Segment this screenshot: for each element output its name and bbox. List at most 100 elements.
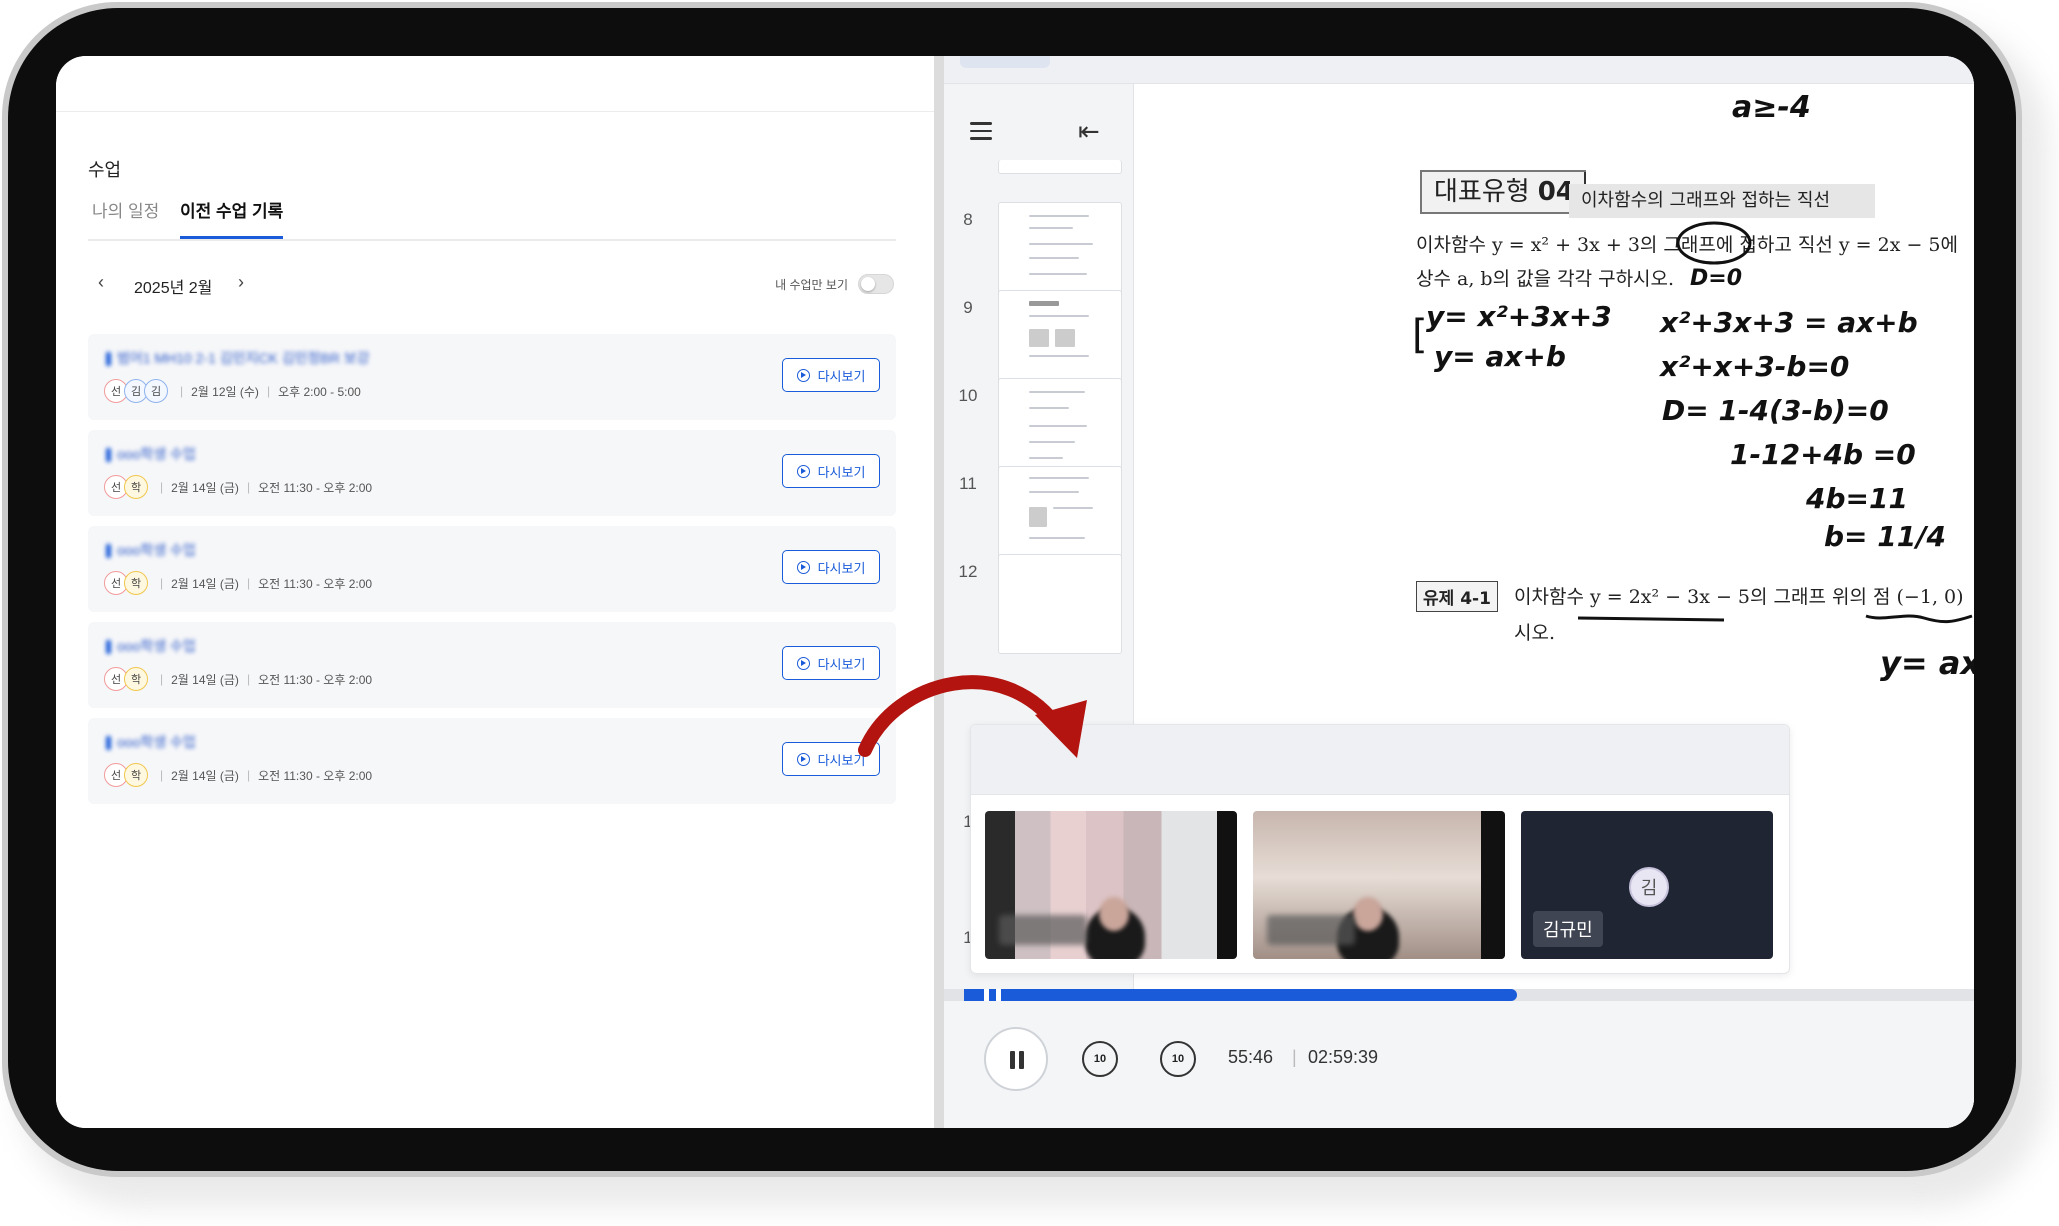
red-arrow-annotation [858,675,1087,758]
handwriting-note: y= x²+3x+3 [1426,300,1612,333]
page-thumbnail[interactable] [998,160,1122,174]
class-date: 2월 14일 (금) [171,480,239,495]
handwriting-note: D=0 [1690,266,1743,291]
replay-button[interactable]: 다시보기 [782,454,880,488]
next-month-icon[interactable]: › [238,272,244,293]
page-number: 9 [963,298,973,317]
play-circle-icon [796,656,810,670]
page-thumbnail[interactable] [998,202,1122,302]
avatar: 학 [124,667,148,691]
current-time: 55:46 [1228,1047,1274,1067]
prev-month-icon[interactable]: ‹ [98,272,104,293]
total-time: 02:59:39 [1308,1047,1379,1067]
class-time: 오전 11:30 - 오후 2:00 [258,672,373,687]
class-title[interactable]: 범어1 MH10 2-1 김민지CK 김민정BR 보강 [106,348,370,368]
month-label: 2025년 2월 [134,280,213,297]
class-title[interactable]: ooo학생 수업 [106,732,196,752]
play-circle-icon [796,368,810,382]
progress-marker [984,989,989,1001]
top-bar [56,56,934,112]
class-date: 2월 12일 (수) [191,384,259,399]
collapse-sidebar-icon[interactable]: ⇤ [1078,118,1100,144]
tab-my-schedule[interactable]: 나의 일정 [92,197,159,236]
page-thumbnail[interactable] [998,290,1122,390]
panel-divider[interactable] [934,56,944,1128]
handwriting-note: a≥-4 [1732,90,1811,125]
problem-type-tag: 대표유형 04 [1420,170,1586,214]
progress-fill [964,989,1517,1001]
playback-progress-bar[interactable] [944,989,1974,1001]
avatar: 학 [124,571,148,595]
rewind-10-button[interactable]: 10 [1082,1041,1118,1077]
participant-name-blurred [999,915,1087,945]
page-number: 8 [963,210,973,229]
progress-marker [996,989,1001,1001]
handwriting-note: y= ax [1880,644,1974,682]
handwriting-note: b= 11/4 [1824,520,1946,553]
handwriting-note: y= ax+b [1434,340,1566,373]
class-date: 2월 14일 (금) [171,672,239,687]
page-number: 11 [959,474,977,493]
participant-video-tile[interactable] [985,811,1237,959]
avatar: 김 [144,379,168,403]
page-thumbnail[interactable] [998,554,1122,654]
page-thumbnail[interactable] [998,466,1122,566]
my-classes-only-toggle[interactable] [858,274,894,294]
class-meta: 선 학 | 2월 14일 (금) | 오전 11:30 - 오후 2:00 [104,666,372,692]
underline-annotation [1577,614,1973,624]
avatar: 학 [124,475,148,499]
class-item: 범어1 MH10 2-1 김민지CK 김민정BR 보강 선 김 김 | 2월 1… [88,334,896,420]
participant-video-tile[interactable] [1253,811,1505,959]
handwriting-note: x²+3x+3 = ax+b [1660,306,1918,339]
problem-text: 상수 a, b의 값을 각각 구하시오. [1416,268,1675,290]
participant-video-tile[interactable]: 김 김규민 [1521,811,1773,959]
class-item: ooo학생 수업 선 학 | 2월 14일 (금) | 오전 11:30 - 오… [88,622,896,708]
handwriting-note: D= 1-4(3-b)=0 [1662,394,1889,427]
class-title[interactable]: ooo학생 수업 [106,540,196,560]
class-title[interactable]: ooo학생 수업 [106,444,196,464]
handwriting-note: 1-12+4b =0 [1730,438,1916,471]
pause-button[interactable] [984,1027,1048,1091]
play-circle-icon [796,560,810,574]
class-item: ooo학생 수업 선 학 | 2월 14일 (금) | 오전 11:30 - 오… [88,718,896,804]
page-number: 12 [958,562,978,581]
class-item: ooo학생 수업 선 학 | 2월 14일 (금) | 오전 11:30 - 오… [88,430,896,516]
play-circle-icon [796,752,810,766]
page-thumbnail[interactable] [998,378,1122,478]
class-item: ooo학생 수업 선 학 | 2월 14일 (금) | 오전 11:30 - 오… [88,526,896,612]
menu-icon[interactable] [970,122,992,140]
class-list: 범어1 MH10 2-1 김민지CK 김민정BR 보강 선 김 김 | 2월 1… [88,334,896,814]
tablet-frame: 수업 나의 일정 이전 수업 기록 ‹ 2025년 2월 › 내 수업만 보기 … [2,2,2022,1177]
problem-type-subtitle: 이차함수의 그래프와 접하는 직선 [1569,184,1875,218]
replay-button[interactable]: 다시보기 [782,358,880,392]
participant-name-blurred [1267,915,1355,945]
play-circle-icon [796,464,810,478]
handwriting-note: x²+x+3-b=0 [1660,350,1850,383]
my-classes-only-label: 내 수업만 보기 [775,278,848,292]
avatar: 김 [1629,867,1669,907]
class-time: 오전 11:30 - 오후 2:00 [258,480,373,495]
class-date: 2월 14일 (금) [171,576,239,591]
sub-problem-label: 유제 4-1 [1416,581,1498,612]
problem-text: 이차함수 y = 2x² − 3x − 5의 그래프 위의 점 (−1, 0) [1514,586,1964,608]
problem-text: 시오. [1514,622,1555,644]
tablet-screen: 수업 나의 일정 이전 수업 기록 ‹ 2025년 2월 › 내 수업만 보기 … [56,56,1974,1128]
avatar: 학 [124,763,148,787]
class-meta: 선 김 김 | 2월 12일 (수) | 오후 2:00 - 5:00 [104,378,361,404]
tab-past-classes[interactable]: 이전 수업 기록 [180,197,284,239]
circle-annotation [1676,221,1752,265]
participant-name: 김규민 [1533,911,1603,947]
forward-10-button[interactable]: 10 [1160,1041,1196,1077]
class-time: 오전 11:30 - 오후 2:00 [258,576,373,591]
class-time: 오후 2:00 - 5:00 [278,384,361,399]
replay-button[interactable]: 다시보기 [782,550,880,584]
class-meta: 선 학 | 2월 14일 (금) | 오전 11:30 - 오후 2:00 [104,762,372,788]
section-title: 수업 [88,160,122,180]
replay-viewer: ⇤ 8 9 10 11 12 1 1 a≥-4 대표유형 04 이차함수의 그래… [944,56,1974,1128]
player-controls: 10 10 55:46 | 02:59:39 [944,1001,1974,1128]
handwriting-note: 4b=11 [1806,482,1908,515]
month-navigator: ‹ 2025년 2월 › 내 수업만 보기 [88,272,896,302]
time-separator: | [1292,1047,1297,1067]
class-title[interactable]: ooo학생 수업 [106,636,196,656]
page-number: 10 [958,386,978,405]
